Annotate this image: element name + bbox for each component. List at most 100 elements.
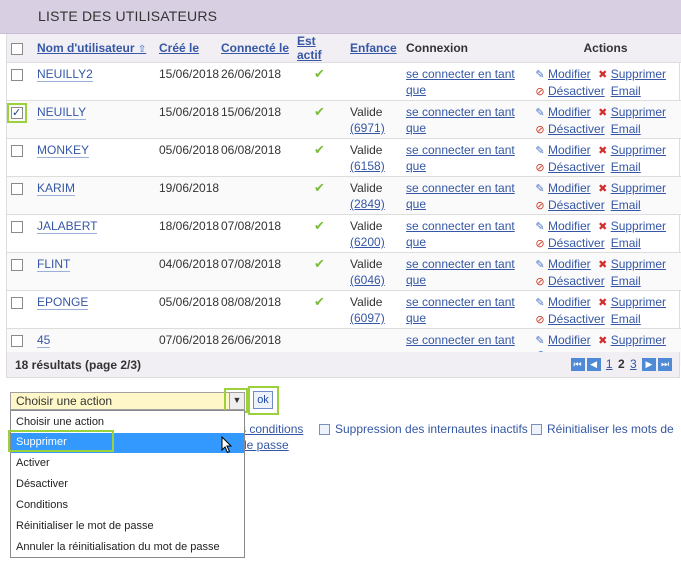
delete-action[interactable]: ✖ Supprimer bbox=[597, 142, 666, 159]
edit-action[interactable]: ✎ Modifier bbox=[534, 142, 590, 159]
delete-action[interactable]: ✖ Supprimer bbox=[597, 256, 666, 273]
toggle-active-action[interactable]: ⊘ Désactiver bbox=[534, 159, 604, 176]
reset-passwords-link[interactable]: Réinitialiser les mots de bbox=[531, 422, 674, 436]
bulk-action-select[interactable]: Choisir une action bbox=[10, 392, 245, 410]
column-header-child[interactable]: Enfance bbox=[346, 34, 402, 63]
email-action[interactable]: Email bbox=[611, 197, 641, 213]
option-cancel-reset[interactable]: Annuler la réinitialisation du mot de pa… bbox=[11, 538, 244, 558]
delete-action[interactable]: ✖ Supprimer bbox=[597, 294, 666, 311]
option-conditions[interactable]: Conditions bbox=[11, 496, 244, 516]
row-checkbox[interactable] bbox=[11, 68, 23, 81]
toggle-active-action[interactable]: ⊘ Désactiver bbox=[534, 197, 604, 214]
delete-inactive-link[interactable]: Suppression des internautes inactifs bbox=[319, 422, 528, 436]
delete-action[interactable]: ✖ Supprimer bbox=[597, 332, 666, 349]
column-header-username[interactable]: Nom d'utilisateur ⇧ bbox=[33, 34, 155, 63]
ban-icon: ⊘ bbox=[535, 238, 545, 250]
first-page-icon[interactable]: ⏮ bbox=[570, 358, 585, 372]
column-header-created[interactable]: Créé le bbox=[155, 34, 217, 63]
email-action[interactable]: Email bbox=[611, 159, 641, 175]
option-reset-password[interactable]: Réinitialiser le mot de passe bbox=[11, 517, 244, 537]
row-checkbox[interactable] bbox=[7, 102, 27, 123]
child-status: Valide bbox=[350, 219, 383, 233]
ban-icon: ⊘ bbox=[535, 124, 545, 136]
edit-action[interactable]: ✎ Modifier bbox=[534, 180, 590, 197]
page-link-3[interactable]: 3 bbox=[630, 357, 637, 371]
last-page-icon[interactable]: ⏭ bbox=[658, 358, 672, 372]
option-deactivate[interactable]: Désactiver bbox=[11, 475, 244, 495]
username-link[interactable]: FLINT bbox=[37, 257, 71, 272]
row-checkbox[interactable] bbox=[11, 334, 23, 347]
child-id-link[interactable]: (2849) bbox=[350, 197, 385, 211]
toggle-active-action[interactable]: ⊘ Désactiver bbox=[534, 311, 604, 328]
column-header-connected[interactable]: Connecté le bbox=[217, 34, 293, 63]
child-id-link[interactable]: (6158) bbox=[350, 159, 385, 173]
document-icon bbox=[319, 424, 330, 436]
row-checkbox[interactable] bbox=[11, 220, 23, 233]
login-as-link[interactable]: se connecter en tantque bbox=[406, 105, 515, 135]
email-action[interactable]: Email bbox=[611, 83, 641, 99]
check-icon: ✔ bbox=[314, 66, 325, 81]
edit-action[interactable]: ✎ Modifier bbox=[534, 294, 590, 311]
edit-action[interactable]: ✎ Modifier bbox=[534, 66, 590, 83]
x-icon: ✖ bbox=[598, 221, 608, 233]
toggle-active-action[interactable]: ⊘ Désactiver bbox=[534, 273, 604, 290]
delete-action[interactable]: ✖ Supprimer bbox=[597, 104, 666, 121]
login-as-link[interactable]: se connecter en tantque bbox=[406, 67, 515, 97]
login-as-link[interactable]: se connecter en tantque bbox=[406, 181, 515, 211]
row-checkbox[interactable] bbox=[11, 296, 23, 309]
reset-password-link-tail[interactable]: de passe bbox=[240, 438, 289, 452]
login-as-link[interactable]: se connecter en tantque bbox=[406, 257, 515, 287]
row-checkbox[interactable] bbox=[11, 144, 23, 157]
child-id-link[interactable]: (6097) bbox=[350, 311, 385, 325]
username-link[interactable]: EPONGE bbox=[37, 295, 89, 310]
edit-action[interactable]: ✎ Modifier bbox=[534, 218, 590, 235]
option-choose[interactable]: Choisir une action bbox=[11, 413, 244, 433]
username-link[interactable]: MONKEY bbox=[37, 143, 90, 158]
toggle-active-action[interactable]: ⊘ Désactiver bbox=[534, 235, 604, 252]
email-action[interactable]: Email bbox=[611, 121, 641, 137]
connected-date: 07/08/2018 bbox=[217, 252, 293, 291]
row-checkbox[interactable] bbox=[11, 258, 23, 271]
select-all-checkbox[interactable] bbox=[11, 42, 23, 55]
username-link[interactable]: NEUILLY2 bbox=[37, 67, 93, 82]
email-action[interactable]: Email bbox=[611, 273, 641, 289]
child-id-link[interactable]: (6046) bbox=[350, 273, 385, 287]
delete-action[interactable]: ✖ Supprimer bbox=[597, 180, 666, 197]
row-checkbox[interactable] bbox=[11, 182, 23, 195]
check-icon: ✔ bbox=[314, 294, 325, 309]
option-activate[interactable]: Activer bbox=[11, 454, 244, 474]
login-as-link[interactable]: se connecter en tantque bbox=[406, 295, 515, 325]
prev-page-icon[interactable]: ◀ bbox=[586, 358, 601, 372]
login-as-link[interactable]: se connecter en tantque bbox=[406, 219, 515, 249]
next-page-icon[interactable]: ▶ bbox=[642, 358, 656, 372]
edit-action[interactable]: ✎ Modifier bbox=[534, 332, 590, 349]
check-icon: ✔ bbox=[314, 180, 325, 195]
table-row: KARIM 19/06/2018 ✔ Valide (2849) se connecter… bbox=[7, 176, 681, 215]
delete-action[interactable]: ✖ Supprimer bbox=[597, 218, 666, 235]
email-action[interactable]: Email bbox=[611, 311, 641, 327]
email-action[interactable]: Email bbox=[611, 235, 641, 251]
option-delete[interactable]: Supprimer bbox=[11, 433, 244, 453]
login-as-link[interactable]: se connecter en tantque bbox=[406, 143, 515, 173]
column-header-active[interactable]: Est actif bbox=[293, 34, 346, 63]
username-link[interactable]: NEUILLY bbox=[37, 105, 87, 120]
conditions-link[interactable]: s conditions bbox=[240, 422, 303, 436]
child-id-link[interactable]: (6971) bbox=[350, 121, 385, 135]
sort-arrow-icon: ⇧ bbox=[137, 44, 147, 55]
page-link-1[interactable]: 1 bbox=[606, 357, 613, 371]
child-id-link[interactable]: (6200) bbox=[350, 235, 385, 249]
username-link[interactable]: 45 bbox=[37, 333, 51, 348]
edit-action[interactable]: ✎ Modifier bbox=[534, 256, 590, 273]
toggle-active-action[interactable]: ⊘ Désactiver bbox=[534, 83, 604, 100]
pencil-icon: ✎ bbox=[535, 69, 545, 81]
connected-date: 07/08/2018 bbox=[217, 214, 293, 253]
pencil-icon: ✎ bbox=[535, 297, 545, 309]
delete-action[interactable]: ✖ Supprimer bbox=[597, 66, 666, 83]
child-status: Valide bbox=[350, 295, 383, 309]
pencil-icon: ✎ bbox=[535, 259, 545, 271]
toggle-active-action[interactable]: ⊘ Désactiver bbox=[534, 121, 604, 138]
ban-icon: ⊘ bbox=[535, 200, 545, 212]
username-link[interactable]: JALABERT bbox=[37, 219, 98, 234]
username-link[interactable]: KARIM bbox=[37, 181, 76, 196]
edit-action[interactable]: ✎ Modifier bbox=[534, 104, 590, 121]
